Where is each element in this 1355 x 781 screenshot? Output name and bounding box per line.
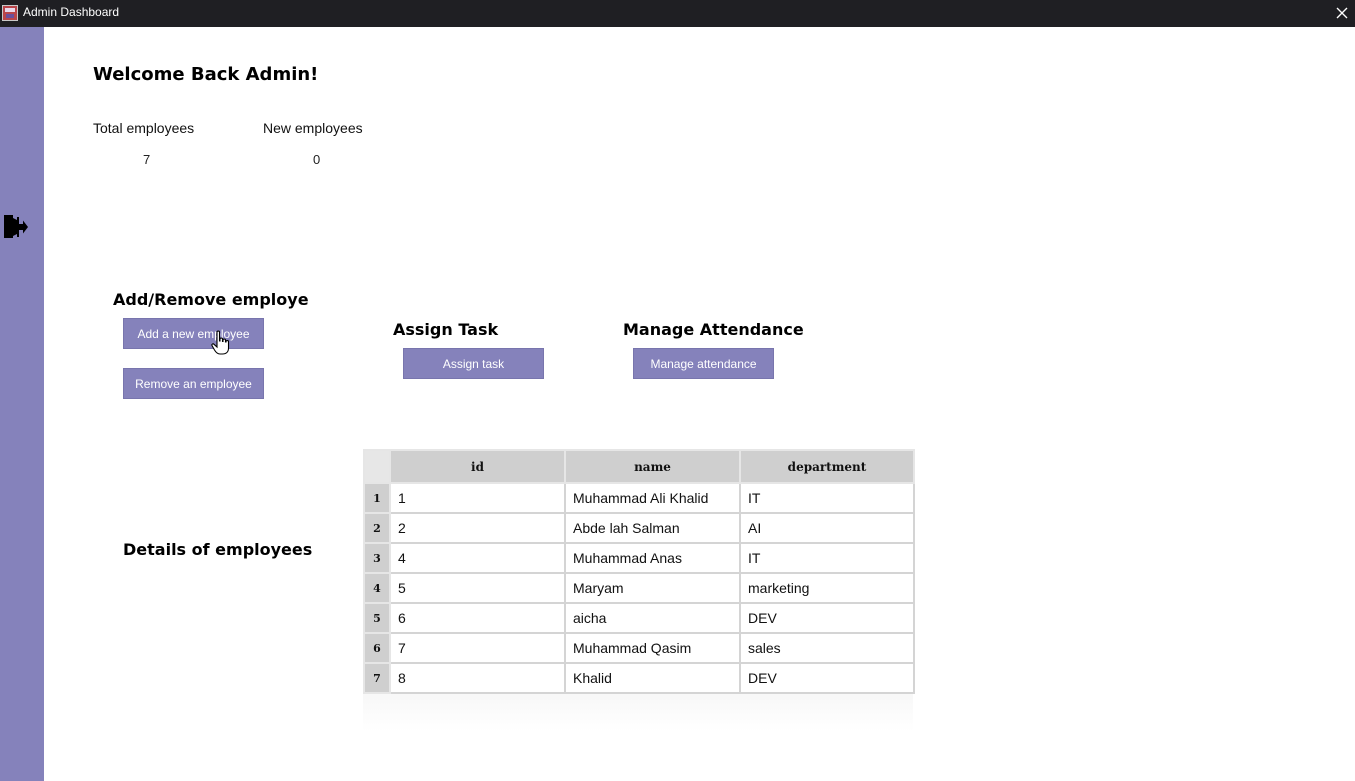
- row-number[interactable]: 3: [363, 542, 391, 574]
- manage-attendance-button[interactable]: Manage attendance: [633, 348, 774, 379]
- row-number[interactable]: 2: [363, 512, 391, 544]
- cell-department[interactable]: AI: [739, 512, 915, 544]
- table-row[interactable]: 7 8 Khalid DEV: [363, 662, 915, 694]
- cell-department[interactable]: sales: [739, 632, 915, 664]
- column-header-department[interactable]: department: [739, 449, 915, 484]
- add-remove-title: Add/Remove employe: [113, 290, 309, 309]
- logout-button[interactable]: [2, 214, 30, 240]
- table-row[interactable]: 4 5 Maryam marketing: [363, 572, 915, 604]
- logout-icon: [4, 215, 28, 238]
- table-row[interactable]: 5 6 aicha DEV: [363, 602, 915, 634]
- cell-department[interactable]: IT: [739, 542, 915, 574]
- row-number[interactable]: 6: [363, 632, 391, 664]
- cell-id[interactable]: 5: [389, 572, 566, 604]
- row-number[interactable]: 7: [363, 662, 391, 694]
- cell-id[interactable]: 4: [389, 542, 566, 574]
- remove-employee-button[interactable]: Remove an employee: [123, 368, 264, 399]
- employees-grid: id name department 1 1 Muhammad Ali Khal…: [363, 449, 915, 694]
- new-employees-value: 0: [313, 152, 321, 167]
- cell-name[interactable]: Muhammad Qasim: [564, 632, 741, 664]
- row-number[interactable]: 1: [363, 482, 391, 514]
- new-employees-label: New employees: [263, 120, 363, 136]
- page-title: Welcome Back Admin!: [93, 64, 319, 85]
- column-header-id[interactable]: id: [389, 449, 566, 484]
- table-row[interactable]: 1 1 Muhammad Ali Khalid IT: [363, 482, 915, 514]
- table-row[interactable]: 6 7 Muhammad Qasim sales: [363, 632, 915, 664]
- sidebar: [0, 27, 44, 781]
- window-title: Admin Dashboard: [23, 5, 120, 19]
- total-employees-value: 7: [143, 152, 151, 167]
- cell-department[interactable]: DEV: [739, 602, 915, 634]
- table-row[interactable]: 2 2 Abde lah Salman AI: [363, 512, 915, 544]
- manage-attendance-title: Manage Attendance: [623, 320, 804, 339]
- cell-id[interactable]: 8: [389, 662, 566, 694]
- cell-department[interactable]: DEV: [739, 662, 915, 694]
- cell-id[interactable]: 7: [389, 632, 566, 664]
- assign-task-title: Assign Task: [393, 320, 499, 339]
- table-corner[interactable]: [363, 449, 391, 484]
- column-header-name[interactable]: name: [564, 449, 741, 484]
- cell-name[interactable]: Muhammad Ali Khalid: [564, 482, 741, 514]
- table-row[interactable]: 3 4 Muhammad Anas IT: [363, 542, 915, 574]
- cell-id[interactable]: 1: [389, 482, 566, 514]
- add-employee-button[interactable]: Add a new employee: [123, 318, 264, 349]
- cell-department[interactable]: IT: [739, 482, 915, 514]
- cell-name[interactable]: Muhammad Anas: [564, 542, 741, 574]
- close-button[interactable]: [1328, 0, 1355, 27]
- close-icon: [1336, 7, 1348, 19]
- total-employees-label: Total employees: [93, 120, 195, 136]
- cell-name[interactable]: Abde lah Salman: [564, 512, 741, 544]
- cell-name[interactable]: Khalid: [564, 662, 741, 694]
- employees-table: id name department 1 1 Muhammad Ali Khal…: [363, 449, 915, 732]
- row-number[interactable]: 4: [363, 572, 391, 604]
- cell-department[interactable]: marketing: [739, 572, 915, 604]
- app-icon: [2, 5, 18, 21]
- details-title: Details of employees: [123, 540, 313, 559]
- row-number[interactable]: 5: [363, 602, 391, 634]
- table-empty-area: [363, 692, 913, 732]
- cell-name[interactable]: aicha: [564, 602, 741, 634]
- assign-task-button[interactable]: Assign task: [403, 348, 544, 379]
- title-bar: Admin Dashboard: [0, 0, 1355, 27]
- cell-name[interactable]: Maryam: [564, 572, 741, 604]
- cell-id[interactable]: 2: [389, 512, 566, 544]
- cell-id[interactable]: 6: [389, 602, 566, 634]
- table-header-row: id name department: [363, 449, 915, 484]
